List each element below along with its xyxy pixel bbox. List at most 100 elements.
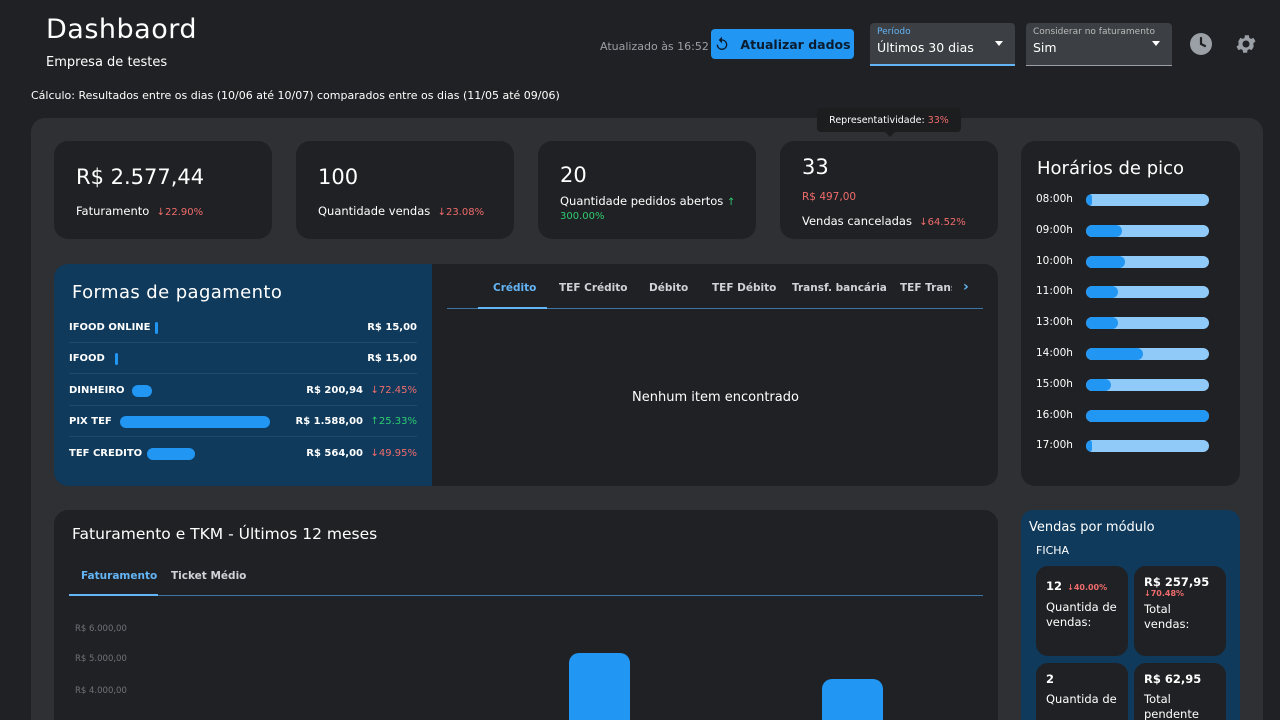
peak-hour-label: 09:00h [1036, 223, 1073, 236]
payment-row: TEF CREDITO R$ 564,00 ↓49.95% [69, 448, 417, 460]
peak-hour-track [1086, 440, 1209, 453]
payment-share-bar [155, 322, 158, 334]
kpi-canceled-sales: 33 R$ 497,00 Vendas canceladas ↓64.52% [780, 141, 998, 239]
tab-transf-bancaria[interactable]: Transf. bancária [792, 282, 887, 294]
peak-hour-bar [1086, 409, 1209, 422]
payment-row: DINHEIRO R$ 200,94 ↓72.45% [69, 375, 417, 406]
payment-tabs: Crédito TEF Crédito Débito TEF Débito Tr… [447, 264, 983, 309]
kpi-value: 100 [318, 165, 359, 189]
company-name: Empresa de testes [46, 55, 168, 70]
peak-hour-label: 17:00h [1036, 439, 1073, 452]
peak-hour-track [1086, 378, 1209, 391]
peak-hour-label: 11:00h [1036, 285, 1073, 298]
payment-share-bar [147, 448, 195, 460]
peak-hours-title: Horários de pico [1037, 158, 1185, 179]
peak-hour-track [1086, 409, 1209, 422]
peak-hour-label: 16:00h [1036, 408, 1073, 421]
peak-hour-track [1086, 255, 1209, 268]
peak-hour-label: 15:00h [1036, 377, 1073, 390]
payment-methods-list: Formas de pagamento IFOOD ONLINE R$ 15,0… [54, 264, 432, 486]
module-subtitle: FICHA [1036, 544, 1070, 557]
page-title: Dashbaord [46, 14, 197, 45]
calculation-info: Cálculo: Resultados entre os dias (10/06… [31, 89, 560, 102]
payment-share-bar [120, 416, 270, 428]
payment-row: IFOOD ONLINE R$ 15,00 [69, 312, 417, 343]
tab-tef-debito[interactable]: TEF Débito [712, 282, 776, 294]
payment-methods-title: Formas de pagamento [72, 282, 283, 303]
kpi-label: Quantidade vendas ↓23.08% [318, 204, 485, 218]
kpi-change: ↓22.90% [156, 207, 204, 218]
kpi-value: 33 [802, 155, 829, 179]
payment-methods-panel: Formas de pagamento IFOOD ONLINE R$ 15,0… [54, 264, 998, 486]
refresh-label: Atualizar dados [740, 36, 851, 52]
tab-credito[interactable]: Crédito [493, 282, 536, 294]
module-title: Vendas por módulo [1029, 520, 1155, 535]
peak-hour-label: 14:00h [1036, 347, 1073, 359]
tab-debito[interactable]: Débito [649, 282, 688, 294]
peak-hour-bar [1086, 378, 1111, 391]
tab-tef-transf[interactable]: TEF Transf [900, 282, 952, 294]
kpi-change: ↓23.08% [437, 207, 485, 218]
sales-by-module-panel: Vendas por módulo FICHA 12 ↓40.00% Quant… [1021, 510, 1240, 720]
kpi-change: ↓64.52% [919, 217, 966, 228]
history-icon[interactable] [1189, 32, 1213, 56]
payment-row: PIX TEF R$ 1.588,00 ↑25.33% [69, 406, 417, 437]
y-tick-label: R$ 6.000,00 [75, 624, 127, 634]
peak-hours-panel: Horários de pico 08:00h 09:00h 10:00h 11:00… [1021, 141, 1240, 486]
peak-hour-bar [1086, 255, 1126, 268]
peak-hour-bar [1086, 440, 1093, 453]
peak-hour-bar [1086, 194, 1093, 206]
kpi-label: Quantidade pedidos abertos ↑ 300.00% [560, 194, 736, 223]
tab-faturamento[interactable]: Faturamento [81, 570, 157, 582]
representativity-tooltip: Representatividade: 33% [817, 108, 961, 137]
peak-hour-bar [1086, 224, 1122, 237]
chevron-right-icon[interactable]: › [963, 279, 969, 295]
kpi-value: R$ 2.577,44 [76, 165, 205, 189]
peak-hour-label: 13:00h [1036, 316, 1073, 329]
peak-hour-label: 10:00h [1036, 254, 1073, 267]
module-card: R$ 257,95 ↓70.48% Total vendas: [1134, 566, 1226, 656]
module-card: 12 ↓40.00% Quantida de vendas: [1036, 566, 1128, 656]
billing-select[interactable]: Considerar no faturamento Sim [1026, 23, 1172, 66]
kpi-revenue: R$ 2.577,44 Faturamento ↓22.90% [54, 141, 272, 239]
kpi-label: Vendas canceladas ↓64.52% [802, 214, 966, 228]
empty-state: Nenhum item encontrado [632, 390, 799, 405]
peak-hour-track [1086, 286, 1209, 299]
gear-icon[interactable] [1234, 32, 1258, 56]
tab-tef-credito[interactable]: TEF Crédito [559, 282, 628, 294]
active-tab-indicator [478, 307, 547, 309]
period-value: Últimos 30 dias [877, 40, 974, 55]
kpi-label: Faturamento ↓22.90% [76, 204, 204, 218]
billing-label: Considerar no faturamento [1033, 27, 1155, 37]
period-label: Período [877, 27, 911, 37]
active-tab-indicator [69, 594, 158, 596]
dropdown-arrow-icon [995, 41, 1003, 46]
peak-hour-track [1086, 224, 1209, 237]
y-tick-label: R$ 5.000,00 [75, 654, 127, 664]
peak-hour-track [1086, 317, 1209, 330]
kpi-sales-count: 100 Quantidade vendas ↓23.08% [296, 141, 514, 239]
y-tick-label: R$ 4.000,00 [75, 686, 127, 696]
billing-chart-title: Faturamento e TKM - Últimos 12 meses [72, 525, 378, 543]
kpi-sub-value: R$ 497,00 [802, 191, 857, 203]
payment-share-bar [132, 385, 152, 397]
refresh-button[interactable]: Atualizar dados [711, 29, 854, 59]
tab-ticket-medio[interactable]: Ticket Médio [171, 570, 246, 582]
billing-value: Sim [1033, 40, 1057, 55]
peak-hour-track [1086, 348, 1209, 360]
last-updated: Atualizado às 16:52 [600, 40, 709, 53]
peak-hour-bar [1086, 317, 1118, 330]
peak-hour-track [1086, 194, 1209, 206]
period-select[interactable]: Período Últimos 30 dias [870, 23, 1015, 66]
billing-chart-tabs: Faturamento Ticket Médio [69, 560, 983, 596]
payment-share-bar [115, 353, 118, 365]
module-card: 2 Quantida de [1036, 663, 1128, 720]
payment-row: IFOOD R$ 15,00 [69, 343, 417, 374]
kpi-value: 20 [560, 163, 587, 187]
kpi-change: 300.00% [560, 211, 605, 222]
refresh-icon [717, 36, 728, 50]
peak-hour-label: 08:00h [1036, 193, 1073, 205]
peak-hour-bar [1086, 348, 1143, 360]
peak-hour-bar [1086, 286, 1118, 299]
dropdown-arrow-icon [1152, 41, 1160, 46]
